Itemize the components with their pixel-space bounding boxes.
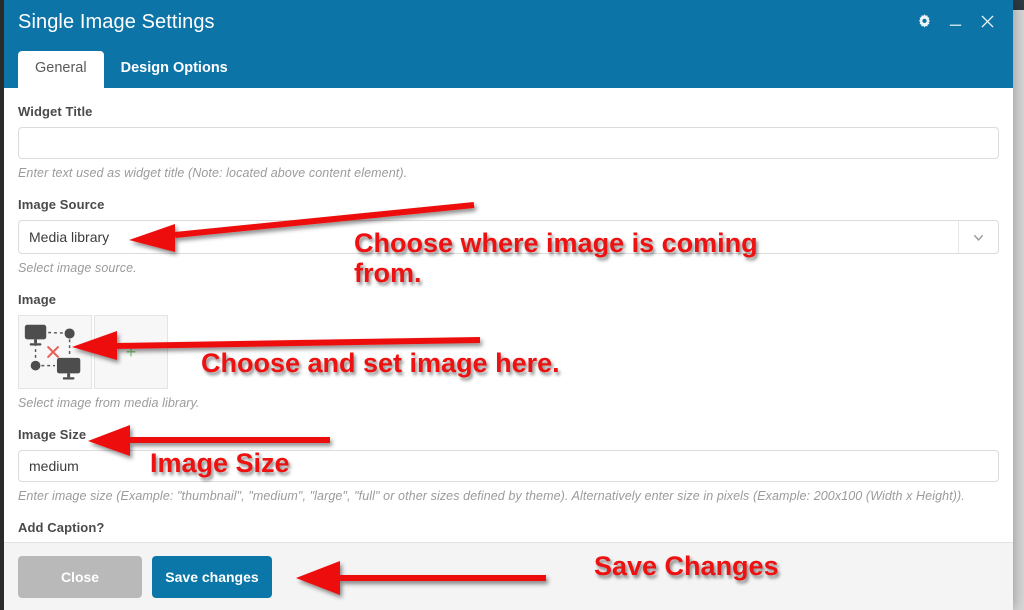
close-icon[interactable]: [978, 12, 997, 31]
image-picker: +: [18, 315, 999, 389]
image-size-help: Enter image size (Example: "thumbnail", …: [18, 489, 965, 503]
chevron-down-icon[interactable]: [958, 221, 998, 253]
field-image: Image + Select image from media library.: [18, 292, 999, 410]
widget-title-help: Enter text used as widget title (Note: l…: [18, 166, 408, 180]
image-label: Image: [18, 292, 57, 307]
single-image-settings-modal: Single Image Settings General Design Opt…: [4, 0, 1013, 610]
page-backdrop-left: [0, 0, 4, 610]
page-backdrop-right: [1012, 0, 1024, 610]
image-source-value: Media library: [29, 229, 110, 245]
add-caption-label: Add Caption?: [18, 520, 105, 535]
tab-design-options[interactable]: Design Options: [104, 51, 245, 88]
modal-title: Single Image Settings: [18, 11, 215, 33]
image-help: Select image from media library.: [18, 396, 200, 410]
image-add-button[interactable]: +: [94, 315, 168, 389]
image-source-select[interactable]: Media library: [18, 220, 999, 254]
close-button[interactable]: Close: [18, 555, 142, 598]
widget-title-label: Widget Title: [18, 104, 93, 119]
image-source-label: Image Source: [18, 197, 105, 212]
tab-design-options-label: Design Options: [120, 60, 228, 77]
field-image-size: Image Size Enter image size (Example: "t…: [18, 427, 999, 503]
image-thumbnail[interactable]: [18, 315, 92, 389]
plus-icon: +: [125, 342, 137, 362]
tab-general-label: General: [35, 60, 87, 77]
window-controls: [916, 12, 997, 31]
gear-icon[interactable]: [916, 13, 933, 30]
modal-tabs: General Design Options: [18, 50, 245, 88]
modal-body: Widget Title Enter text used as widget t…: [4, 88, 1013, 542]
image-size-input[interactable]: [18, 450, 999, 482]
field-add-caption: Add Caption?: [18, 520, 999, 535]
image-size-label: Image Size: [18, 427, 87, 442]
modal-footer: Close Save changes: [4, 542, 1013, 610]
field-widget-title: Widget Title Enter text used as widget t…: [18, 104, 999, 180]
save-changes-button[interactable]: Save changes: [152, 555, 272, 598]
field-image-source: Image Source Media library Select image …: [18, 197, 999, 275]
screenshot-root: Single Image Settings General Design Opt…: [0, 0, 1024, 610]
page-backdrop-right-top: [1012, 0, 1024, 10]
image-source-help: Select image source.: [18, 261, 137, 275]
widget-title-input[interactable]: [18, 127, 999, 159]
tab-general[interactable]: General: [18, 51, 104, 88]
minimize-icon[interactable]: [947, 13, 964, 30]
modal-header: Single Image Settings General Design Opt…: [4, 0, 1013, 88]
